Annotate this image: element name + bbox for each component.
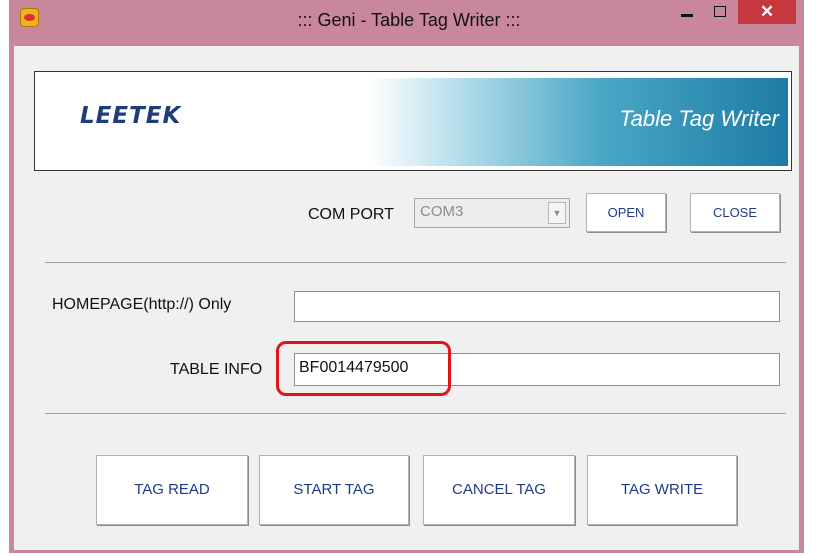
close-window-button[interactable]: ✕ — [738, 0, 796, 24]
com-port-value: COM3 — [420, 203, 464, 220]
homepage-input[interactable] — [294, 291, 780, 322]
close-port-button[interactable]: CLOSE — [690, 193, 780, 232]
start-tag-button[interactable]: START TAG — [259, 455, 409, 525]
app-icon[interactable] — [20, 8, 39, 27]
header-banner: LEETEK Table Tag Writer — [34, 71, 792, 171]
cancel-tag-button[interactable]: CANCEL TAG — [423, 455, 575, 525]
title-bar[interactable]: ::: Geni - Table Tag Writer ::: ✕ — [9, 0, 804, 46]
divider-top — [45, 262, 786, 263]
window-title: ::: Geni - Table Tag Writer ::: — [297, 10, 521, 30]
minimize-button[interactable] — [672, 0, 702, 24]
banner-title: Table Tag Writer — [619, 106, 779, 131]
table-info-label: TABLE INFO — [170, 361, 263, 378]
com-port-select[interactable]: COM3 ▼ — [414, 198, 570, 228]
table-info-highlight — [276, 341, 451, 396]
tag-write-button[interactable]: TAG WRITE — [587, 455, 737, 525]
divider-bottom — [45, 413, 786, 414]
open-button[interactable]: OPEN — [586, 193, 666, 232]
leetek-logo: LEETEK — [80, 103, 182, 129]
client-area: LEETEK Table Tag Writer COM PORT COM3 ▼ … — [14, 46, 799, 550]
maximize-button[interactable] — [706, 0, 736, 24]
chevron-down-icon[interactable]: ▼ — [548, 202, 566, 224]
com-port-label: COM PORT — [308, 206, 394, 223]
homepage-label: HOMEPAGE(http://) Only — [52, 296, 232, 313]
tag-read-button[interactable]: TAG READ — [96, 455, 248, 525]
app-window: ::: Geni - Table Tag Writer ::: ✕ LEETEK… — [9, 0, 804, 553]
